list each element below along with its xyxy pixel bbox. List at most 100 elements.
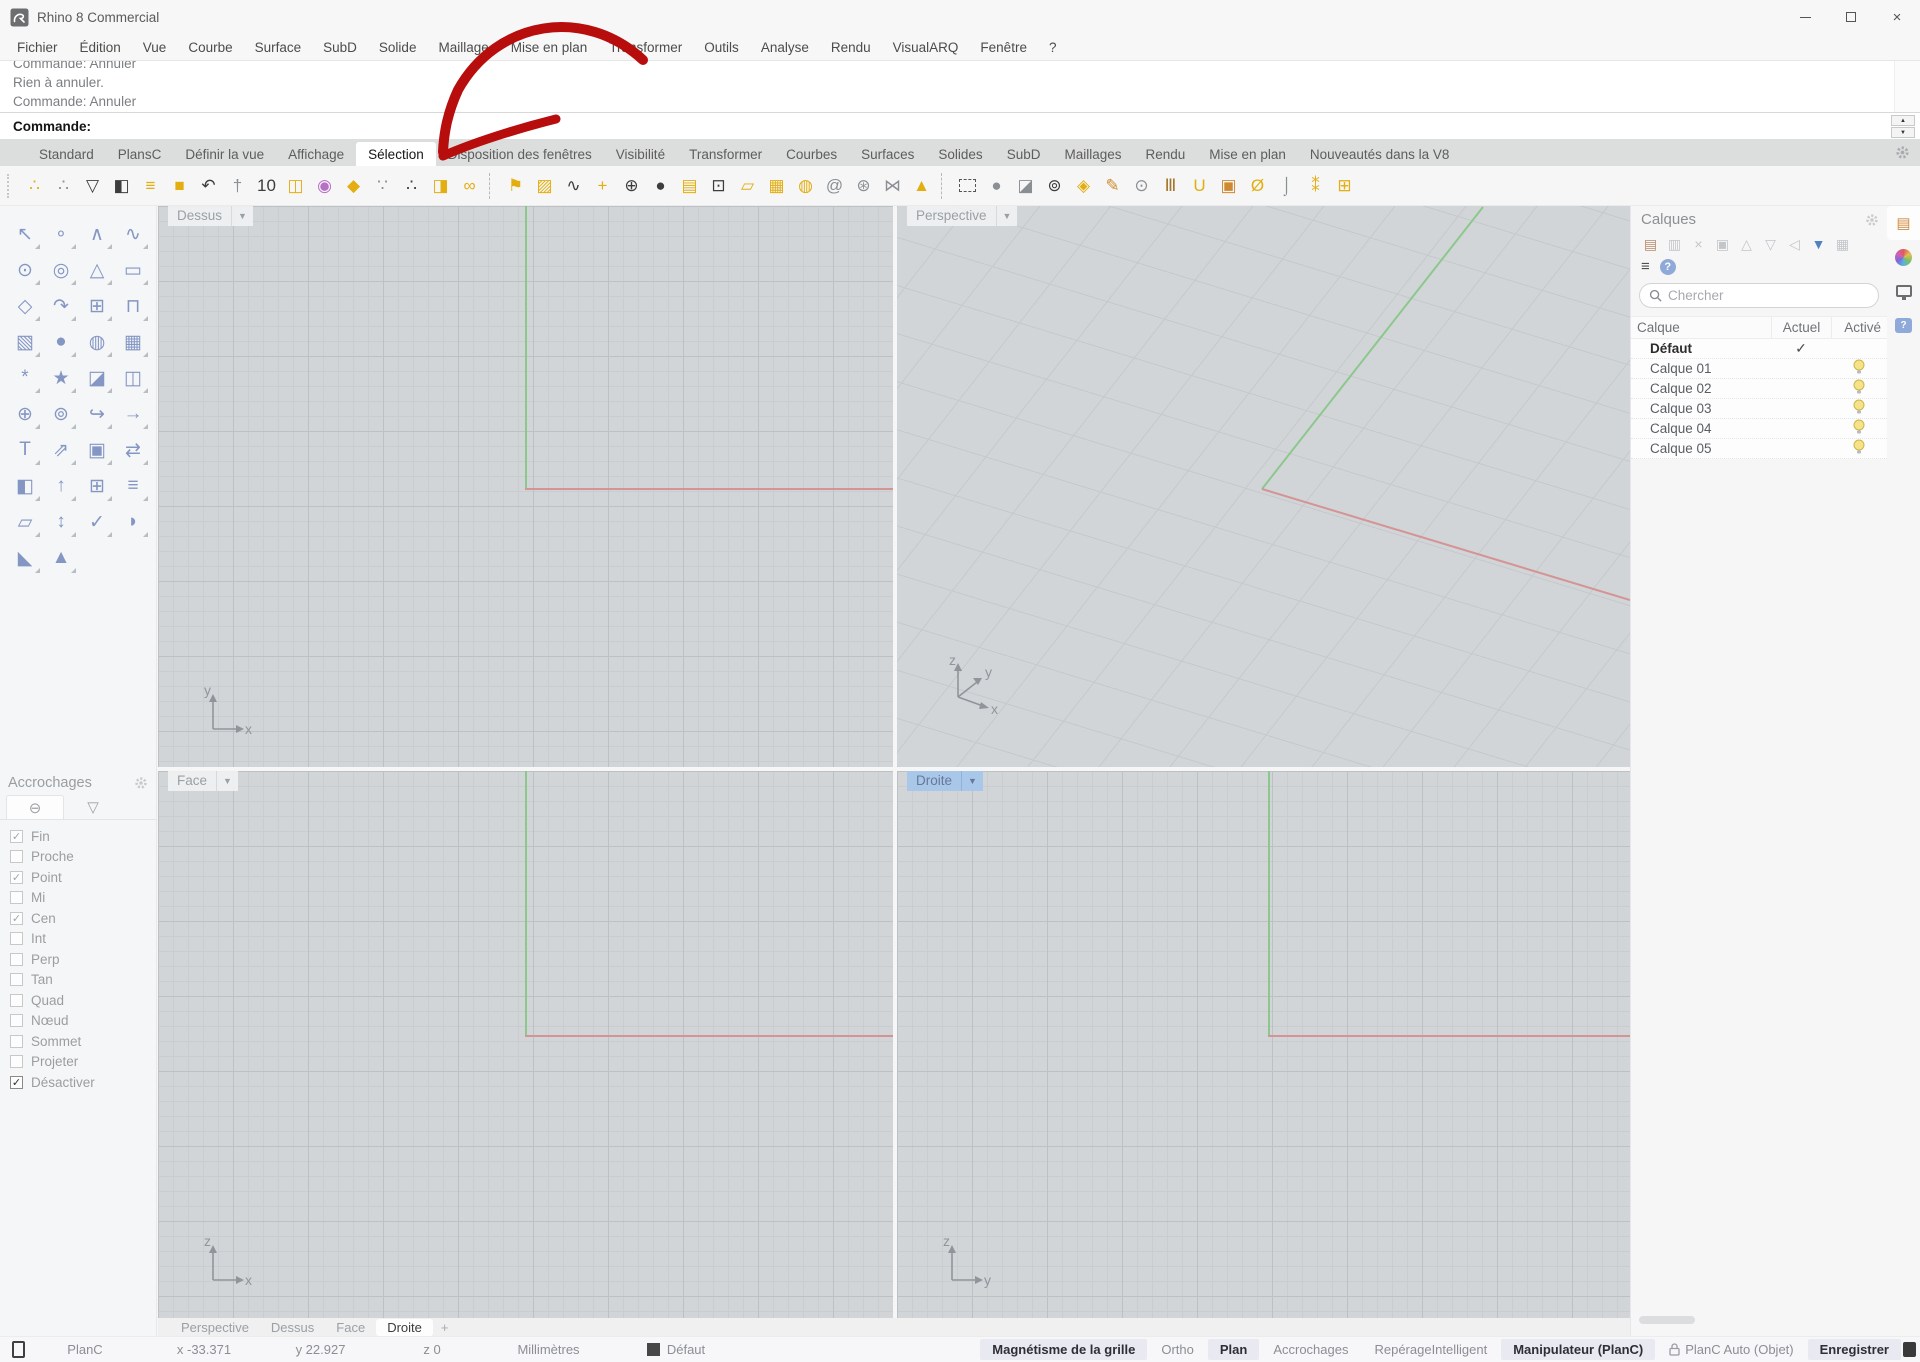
- statusbar-pane[interactable]: Magnétisme de la grille: [980, 1339, 1147, 1360]
- menu-item[interactable]: Surface: [244, 36, 313, 59]
- toolbar-tab[interactable]: Transformer: [677, 142, 774, 166]
- blend-tool-icon[interactable]: →: [115, 396, 151, 432]
- statusbar-current-layer[interactable]: Défaut: [611, 1342, 741, 1357]
- osnap-item[interactable]: ✓Perp: [10, 949, 156, 970]
- chevron-down-icon[interactable]: ▼: [231, 206, 253, 226]
- curve-tool-icon[interactable]: ∿: [115, 216, 151, 252]
- undo-selection-icon[interactable]: ↶: [194, 171, 223, 201]
- layer-name[interactable]: Calque 01: [1631, 361, 1771, 376]
- array-tool-icon[interactable]: ▣: [79, 432, 115, 468]
- osnap-tab-filter[interactable]: ▽: [64, 795, 122, 819]
- command-scroll-up-button[interactable]: ▲: [1891, 115, 1915, 126]
- layer-bulb-icon[interactable]: [1853, 359, 1865, 375]
- move-up-icon[interactable]: △: [1737, 235, 1756, 253]
- statusbar-pane[interactable]: RepérageIntelligent: [1362, 1339, 1499, 1360]
- orient-tool-icon[interactable]: ↕: [43, 504, 79, 540]
- viewport-tab[interactable]: Droite: [376, 1319, 433, 1336]
- new-sublayer-icon[interactable]: ▥: [1665, 235, 1684, 253]
- boolean-tool-icon[interactable]: ⊕: [7, 396, 43, 432]
- trim-tool-icon[interactable]: ◪: [79, 360, 115, 396]
- osnap-checkbox[interactable]: ✓: [10, 932, 23, 945]
- select-curve-icon[interactable]: ∿: [559, 171, 588, 201]
- osnap-item[interactable]: ✓Désactiver: [10, 1072, 156, 1093]
- polyline-tool-icon[interactable]: ∧: [79, 216, 115, 252]
- osnap-checkbox[interactable]: ✓: [10, 871, 23, 884]
- toolbar-grip[interactable]: [7, 174, 15, 198]
- toolbar-tab[interactable]: Mise en plan: [1197, 142, 1298, 166]
- menu-item[interactable]: VisualARQ: [882, 36, 970, 59]
- tabbar-gear-icon[interactable]: [1895, 145, 1910, 160]
- select-solids-icon[interactable]: ■: [165, 171, 194, 201]
- viewport-face-label[interactable]: Face ▼: [168, 771, 238, 791]
- osnap-item[interactable]: ✓Quad: [10, 990, 156, 1011]
- distribute-tool-icon[interactable]: ≡: [115, 468, 151, 504]
- osnap-checkbox[interactable]: ✓: [10, 912, 23, 925]
- crate-icon[interactable]: ⊞: [1330, 171, 1359, 201]
- select-dots-icon[interactable]: ∴: [397, 171, 426, 201]
- toolbar-tab[interactable]: Disposition des fenêtres: [436, 142, 604, 166]
- select-mesh-icon[interactable]: ◍: [791, 171, 820, 201]
- toolbar-tab[interactable]: PlansC: [106, 142, 174, 166]
- viewport-tab[interactable]: Dessus: [260, 1319, 325, 1336]
- column-calque[interactable]: Calque: [1631, 317, 1771, 338]
- osnap-item[interactable]: ✓Tan: [10, 970, 156, 991]
- select-point-cloud-icon[interactable]: ∵: [368, 171, 397, 201]
- layer-bulb-icon[interactable]: [1853, 419, 1865, 435]
- panel-tab-viewport[interactable]: [1887, 274, 1920, 308]
- select-drop-icon[interactable]: ◈: [1069, 171, 1098, 201]
- solid-edit-tool-icon[interactable]: ◧: [7, 468, 43, 504]
- Calque 04[interactable]: Calque 04 ✓: [1631, 419, 1887, 439]
- Calque 05[interactable]: Calque 05 ✓: [1631, 439, 1887, 459]
- select-by-color-icon[interactable]: ◉: [310, 171, 339, 201]
- select-points-alt-icon[interactable]: ∴: [49, 171, 78, 201]
- select-by-id-icon[interactable]: 10: [252, 171, 281, 201]
- marquee-select-icon[interactable]: [953, 171, 982, 201]
- layer-bulb-icon[interactable]: [1853, 379, 1865, 395]
- osnap-item[interactable]: ✓Fin: [10, 826, 156, 847]
- layer-bulb-icon[interactable]: [1853, 439, 1865, 455]
- osnap-checkbox[interactable]: ✓: [10, 850, 23, 863]
- check-tool-icon[interactable]: ✓: [79, 504, 115, 540]
- layers-gear-icon[interactable]: [1865, 213, 1879, 227]
- box-tool-icon[interactable]: ▧: [7, 324, 43, 360]
- statusbar-pane[interactable]: Manipulateur (PlanC): [1501, 1339, 1655, 1360]
- select-chain-icon[interactable]: ⋈: [878, 171, 907, 201]
- layers-menu-icon[interactable]: ≡: [1641, 258, 1650, 275]
- minimize-button[interactable]: [1782, 0, 1828, 34]
- layer-name[interactable]: Calque 03: [1631, 401, 1771, 416]
- menu-item[interactable]: Fenêtre: [969, 36, 1038, 59]
- explode-tool-icon[interactable]: *: [7, 360, 43, 396]
- toolbar-tab[interactable]: SubD: [995, 142, 1053, 166]
- command-scroll-down-button[interactable]: ▼: [1891, 127, 1915, 138]
- toolbar-tab[interactable]: Affichage: [276, 142, 356, 166]
- toolbar-tab[interactable]: Solides: [926, 142, 994, 166]
- panel-tab-display[interactable]: [1887, 240, 1920, 274]
- osnap-item[interactable]: ✓Mi: [10, 888, 156, 909]
- delete-layer-icon[interactable]: ×: [1689, 235, 1708, 253]
- toolbar-tab[interactable]: Sélection: [356, 142, 436, 166]
- chevron-down-icon[interactable]: ▼: [961, 771, 983, 791]
- osnap-item[interactable]: ✓Point: [10, 867, 156, 888]
- menu-item[interactable]: Édition: [69, 36, 132, 59]
- menu-item[interactable]: Analyse: [750, 36, 820, 59]
- select-spiral-icon[interactable]: @: [820, 171, 849, 201]
- menu-item[interactable]: Transformer: [598, 36, 693, 59]
- unroll-tool-icon[interactable]: ◣: [7, 540, 43, 576]
- add-viewport-tab-icon[interactable]: +: [433, 1320, 457, 1335]
- viewport-title[interactable]: Droite: [907, 771, 961, 791]
- osnap-checkbox[interactable]: ✓: [10, 973, 23, 986]
- layer-search-box[interactable]: [1639, 283, 1879, 308]
- osnap-checkbox[interactable]: ✓: [10, 891, 23, 904]
- select-sphere-icon[interactable]: ●: [646, 171, 675, 201]
- layer-name[interactable]: Calque 05: [1631, 441, 1771, 456]
- split-tool-icon[interactable]: ◫: [115, 360, 151, 396]
- viewport-face[interactable]: Face ▼ z x: [158, 771, 893, 1318]
- Défaut[interactable]: Défaut ✓: [1631, 339, 1887, 359]
- toolbar-tab[interactable]: Rendu: [1134, 142, 1198, 166]
- keys-pair-icon[interactable]: ⁑: [1301, 171, 1330, 201]
- osnap-item[interactable]: ✓Int: [10, 929, 156, 950]
- toolbar-tab[interactable]: Nouveautés dans la V8: [1298, 142, 1462, 166]
- arc-blend-tool-icon[interactable]: ↷: [43, 288, 79, 324]
- osnap-tab-snaps[interactable]: ⊖: [6, 795, 64, 819]
- statusbar-pane[interactable]: Accrochages: [1261, 1339, 1360, 1360]
